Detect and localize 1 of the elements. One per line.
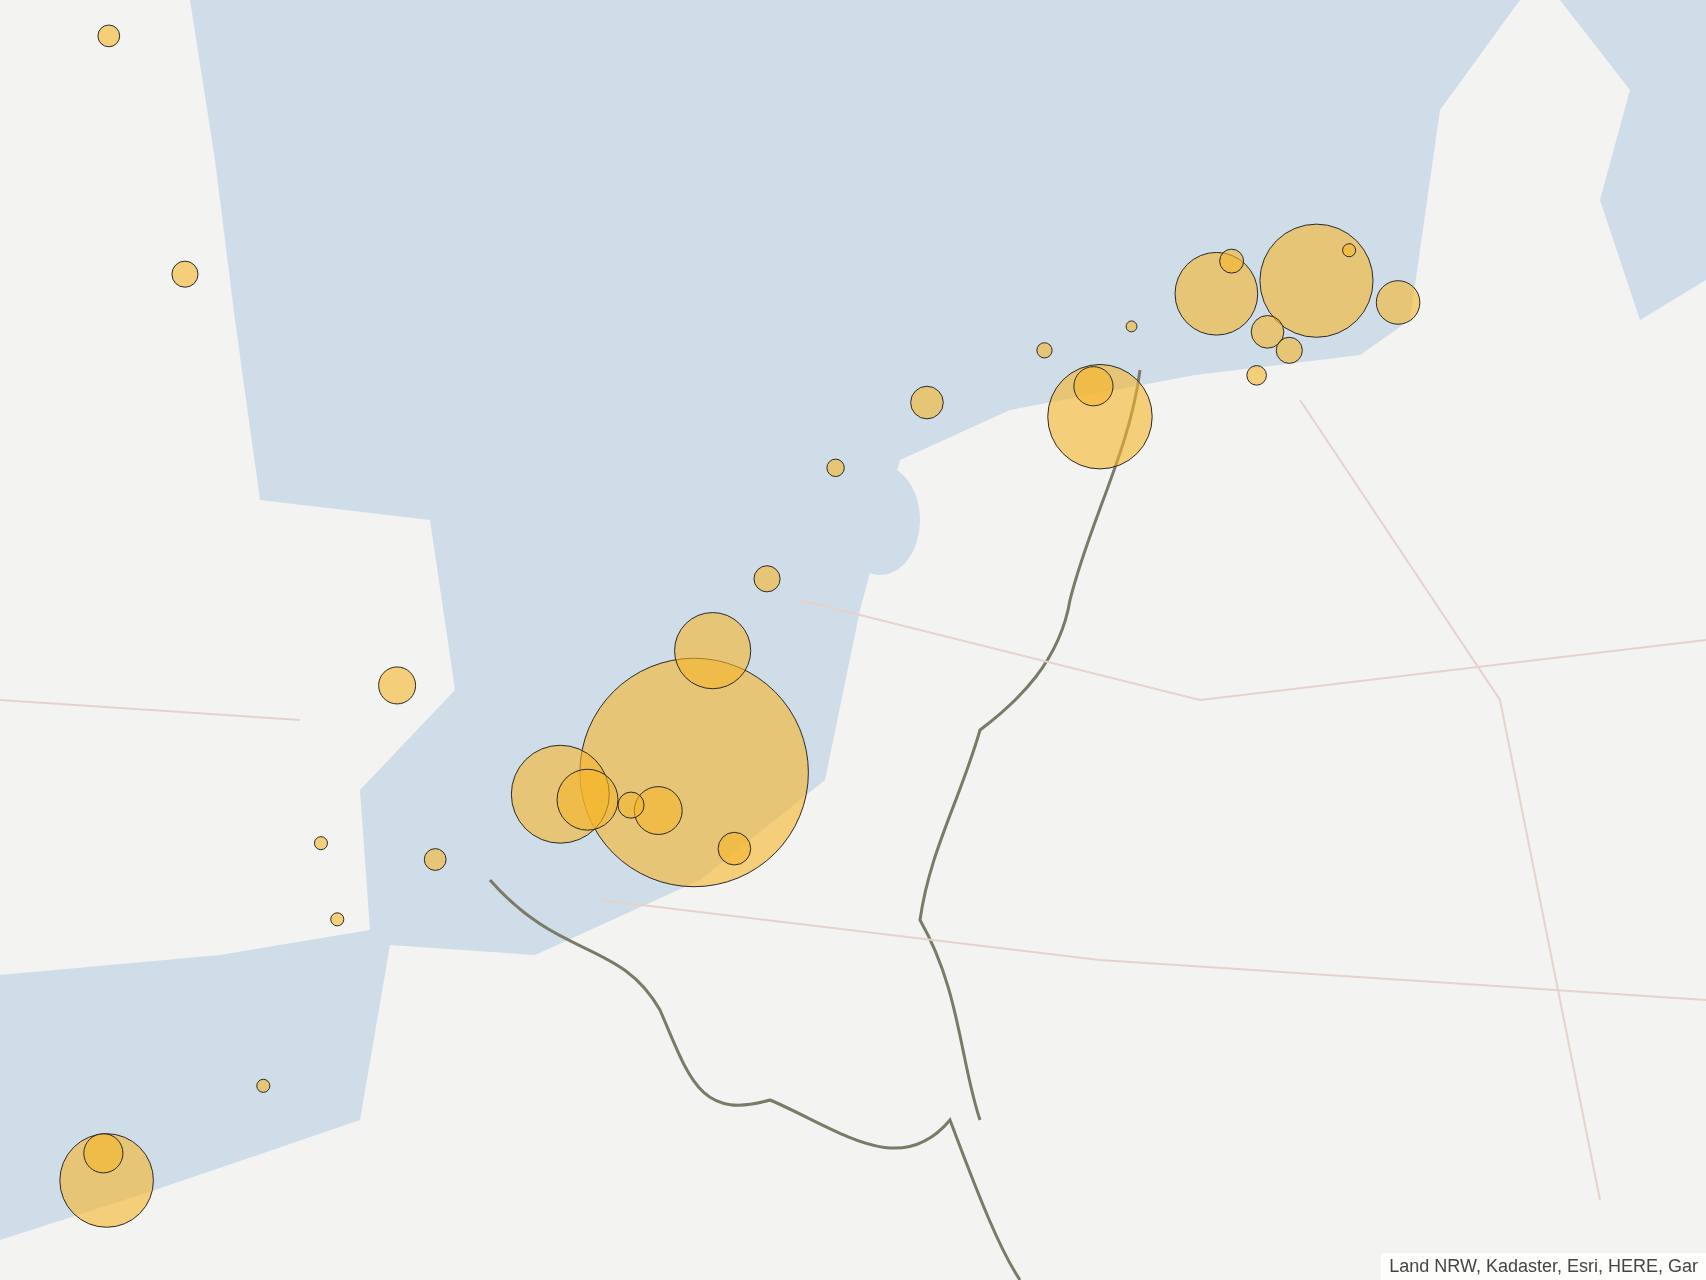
map-attribution: Land NRW, Kadaster, Esri, HERE, Gar: [1381, 1253, 1706, 1280]
